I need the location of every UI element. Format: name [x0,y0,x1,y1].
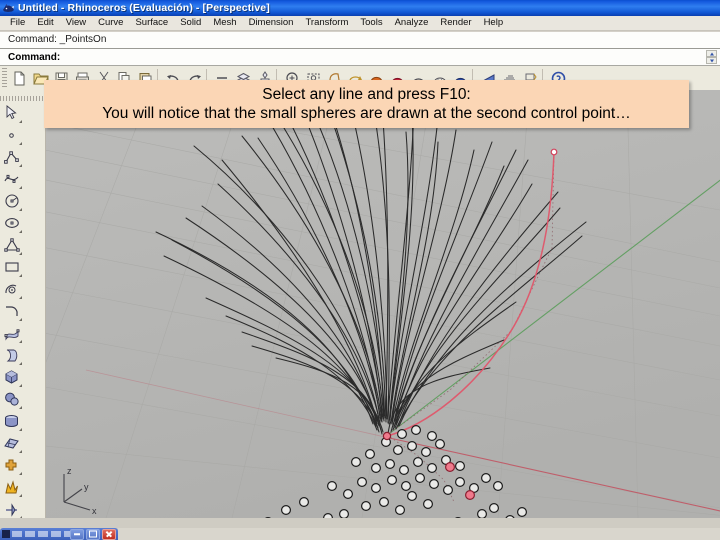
flyout-arrow-icon [19,406,22,409]
box-solid-icon[interactable] [0,366,23,388]
background-window-title [12,531,70,537]
mesh-plane-icon[interactable] [0,432,23,454]
minimize-button[interactable] [70,528,84,540]
menu-render[interactable]: Render [434,16,477,30]
left-toolbar-grip[interactable] [0,96,45,101]
select-arrow-icon[interactable] [0,102,23,124]
window-title: Untitled - Rhinoceros (Evaluación) - [Pe… [18,2,270,14]
axis-gizmo-x-label: x [92,506,97,516]
new-file-icon[interactable] [9,68,30,89]
menu-solid[interactable]: Solid [174,16,207,30]
flyout-arrow-icon [19,296,22,299]
flyout-arrow-icon [19,252,22,255]
command-prompt-row[interactable]: Command: [0,49,720,66]
arc-icon[interactable] [0,278,23,300]
maximize-button[interactable] [86,528,100,540]
cylinder-solid-icon[interactable] [0,410,23,432]
flyout-arrow-icon [19,208,22,211]
flyout-arrow-icon [19,120,22,123]
flyout-arrow-icon [19,450,22,453]
trim-icon[interactable] [0,498,23,520]
viewport-background [46,90,720,518]
fillet-curve-icon[interactable] [0,300,23,322]
flyout-arrow-icon [19,428,22,431]
command-prompt-label: Command: [8,51,61,63]
window-titlebar: Untitled - Rhinoceros (Evaluación) - [Pe… [0,0,720,16]
command-scroll-down-button[interactable] [706,57,717,64]
background-window-titlebar[interactable] [0,528,118,540]
flyout-arrow-icon [19,274,22,277]
point-object-icon[interactable] [0,124,23,146]
menu-surface[interactable]: Surface [129,16,174,30]
menu-mesh[interactable]: Mesh [207,16,242,30]
menu-dimension[interactable]: Dimension [243,16,300,30]
flyout-arrow-icon [19,384,22,387]
flyout-arrow-icon [19,318,22,321]
flyout-arrow-icon [19,142,22,145]
surface-sweep-icon[interactable] [0,344,23,366]
flyout-arrow-icon [19,472,22,475]
flyout-arrow-icon [19,230,22,233]
command-history: Command: _PointsOn [0,32,720,49]
rectangle-icon[interactable] [0,256,23,278]
surface-from-curves-icon[interactable] [0,322,23,344]
menu-view[interactable]: View [60,16,92,30]
rhino-logo-icon [2,2,15,15]
instruction-callout: Select any line and press F10: You will … [44,80,689,128]
circle-icon[interactable] [0,190,23,212]
ellipse-icon[interactable] [0,212,23,234]
bottom-strip-right [118,528,720,540]
menu-transform[interactable]: Transform [299,16,354,30]
menu-tools[interactable]: Tools [354,16,388,30]
perspective-viewport[interactable]: z y x [46,90,720,518]
close-button[interactable] [102,528,116,540]
toolbar-grip[interactable] [2,68,7,88]
flyout-arrow-icon [19,186,22,189]
menu-edit[interactable]: Edit [31,16,59,30]
background-window-buttons [70,528,116,540]
flyout-arrow-icon [19,164,22,167]
rhino-application-window: Untitled - Rhinoceros (Evaluación) - [Pe… [0,0,720,540]
axis-gizmo-z-label: z [67,466,72,476]
viewport-canvas: z y x [46,90,720,518]
polyline-icon[interactable] [0,146,23,168]
flyout-arrow-icon [19,362,22,365]
command-area: Command: _PointsOn Command: [0,32,720,66]
command-scroll-spinner[interactable] [706,50,717,64]
left-toolbar [0,90,46,540]
callout-line-2: You will notice that the small spheres a… [102,105,631,122]
polygon-icon[interactable] [0,234,23,256]
menu-curve[interactable]: Curve [92,16,129,30]
command-scroll-up-button[interactable] [706,50,717,57]
flyout-arrow-icon [19,494,22,497]
flyout-arrow-icon [19,340,22,343]
background-window-icon [2,530,10,538]
menu-file[interactable]: File [4,16,31,30]
axis-gizmo-y-label: y [84,482,89,492]
curve-endpoint-control-point[interactable] [550,148,558,156]
sphere-solid-icon[interactable] [0,388,23,410]
callout-line-1: Select any line and press F10: [262,86,471,103]
menu-bar: File Edit View Curve Surface Solid Mesh … [0,16,720,31]
curve-interpolate-icon[interactable] [0,168,23,190]
menu-analyze[interactable]: Analyze [389,16,435,30]
explode-icon[interactable] [0,476,23,498]
menu-help[interactable]: Help [478,16,510,30]
boolean-union-icon[interactable] [0,454,23,476]
